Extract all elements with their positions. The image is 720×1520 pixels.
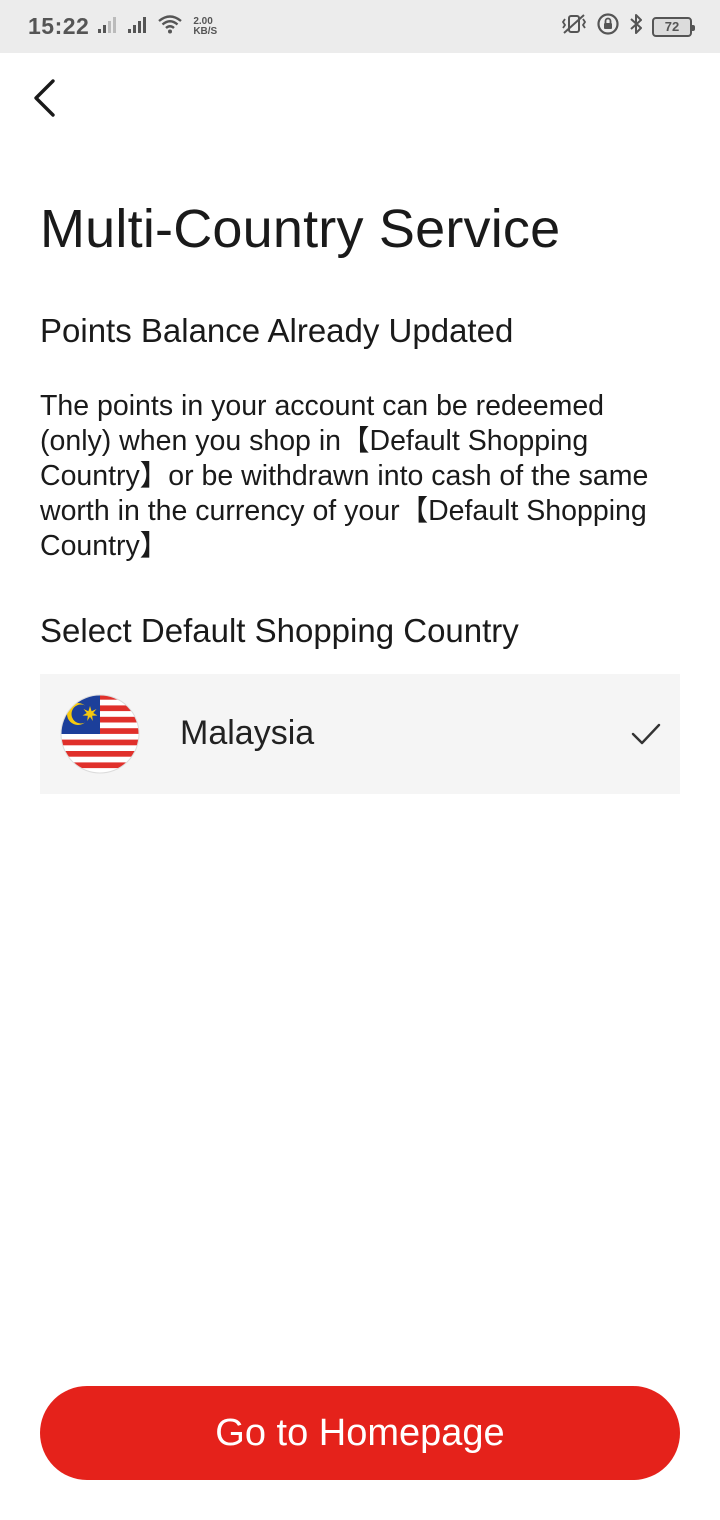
multi-country-service-screen: 15:22 2.00 KB/S 72 Multi-Country Service… — [0, 0, 720, 1520]
back-button[interactable] — [22, 78, 66, 122]
go-to-homepage-button[interactable]: Go to Homepage — [40, 1386, 680, 1480]
status-bar-left: 15:22 2.00 KB/S — [28, 13, 217, 40]
country-name: Malaysia — [180, 714, 315, 752]
checkmark-icon — [630, 720, 662, 748]
malaysia-flag-icon — [60, 694, 140, 774]
section-subtitle: Points Balance Already Updated — [40, 312, 514, 349]
status-time: 15:22 — [28, 13, 90, 39]
chevron-left-icon — [29, 78, 59, 123]
bluetooth-icon — [628, 13, 644, 40]
network-speed-unit: KB/S — [193, 25, 218, 37]
vibrate-icon — [560, 13, 588, 40]
network-speed-value: 2.00 — [193, 15, 213, 27]
country-option-malaysia[interactable]: Malaysia — [40, 674, 680, 794]
battery-indicator: 72 — [652, 16, 695, 37]
status-bar-right: 72 — [560, 12, 695, 41]
signal-2-icon — [127, 15, 149, 38]
wifi-icon — [157, 14, 183, 39]
status-bar: 15:22 2.00 KB/S 72 — [0, 0, 720, 53]
rotation-lock-icon — [596, 12, 620, 41]
select-country-label: Select Default Shopping Country — [40, 612, 519, 649]
network-speed: 2.00 KB/S — [193, 15, 218, 37]
page-title: Multi-Country Service — [40, 199, 561, 259]
points-description: The points in your account can be redeem… — [40, 390, 649, 562]
signal-1-icon — [97, 15, 119, 38]
